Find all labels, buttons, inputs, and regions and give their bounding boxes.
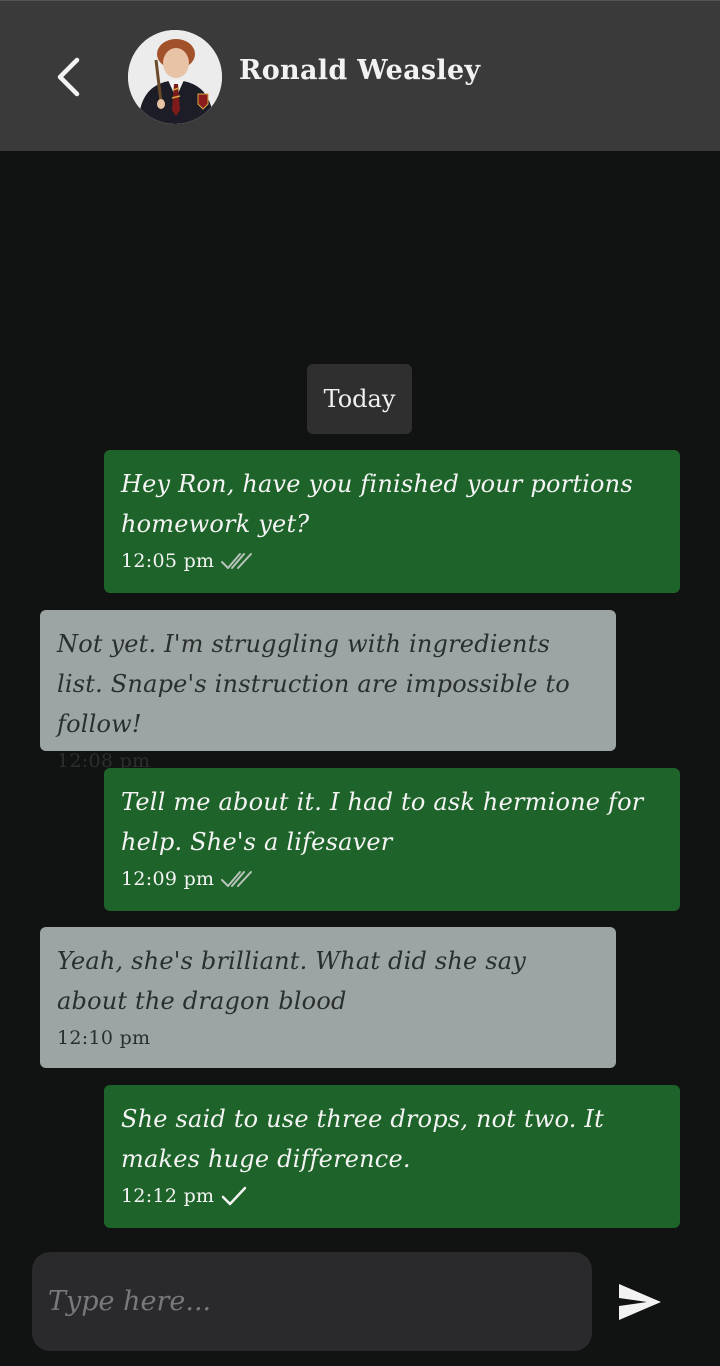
send-button[interactable]	[612, 1276, 668, 1328]
back-button[interactable]	[46, 53, 90, 101]
message-bubble-received[interactable]: Yeah, she's brilliant. What did she say …	[40, 927, 616, 1068]
message-time: 12:05 pm	[121, 550, 215, 572]
message-time: 12:10 pm	[57, 1027, 151, 1049]
message-text: Yeah, she's brilliant. What did she say …	[57, 947, 527, 1015]
message-composer[interactable]	[32, 1252, 592, 1351]
message-input[interactable]	[46, 1285, 592, 1318]
check-icon	[220, 1185, 248, 1207]
double-check-icon	[220, 551, 254, 571]
message-text: She said to use three drops, not two. It…	[121, 1105, 604, 1173]
message-time: 12:09 pm	[121, 868, 215, 890]
message-bubble-sent[interactable]: Tell me about it. I had to ask hermione …	[104, 768, 680, 911]
avatar[interactable]	[128, 30, 222, 124]
chevron-left-icon	[57, 57, 80, 97]
send-icon	[619, 1284, 661, 1320]
message-list[interactable]: Today Hey Ron, have you finished your po…	[0, 151, 720, 1241]
chat-header: Ronald Weasley	[0, 0, 720, 151]
double-check-icon	[220, 869, 254, 889]
message-bubble-sent[interactable]: She said to use three drops, not two. It…	[104, 1085, 680, 1228]
message-text: Not yet. I'm struggling with ingredients…	[57, 630, 570, 738]
message-time: 12:12 pm	[121, 1185, 215, 1207]
contact-name: Ronald Weasley	[239, 55, 481, 86]
message-text: Hey Ron, have you finished your portions…	[121, 470, 633, 538]
message-text: Tell me about it. I had to ask hermione …	[121, 788, 644, 856]
message-bubble-sent[interactable]: Hey Ron, have you finished your portions…	[104, 450, 680, 593]
message-bubble-received[interactable]: Not yet. I'm struggling with ingredients…	[40, 610, 616, 772]
avatar-image	[128, 30, 222, 124]
date-separator: Today	[307, 364, 412, 434]
